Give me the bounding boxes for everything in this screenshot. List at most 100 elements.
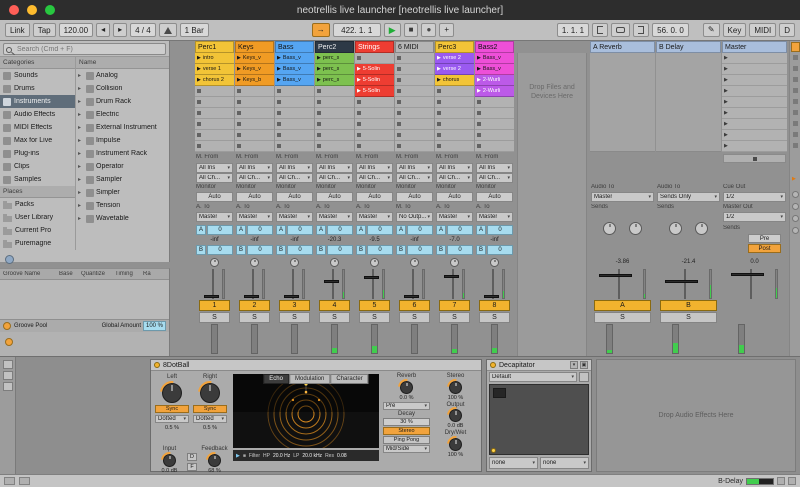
volume-slider[interactable] bbox=[284, 269, 305, 299]
track-activator[interactable]: 7 bbox=[439, 300, 470, 311]
send-b-value[interactable]: 0 bbox=[207, 245, 233, 255]
solo-button[interactable]: S bbox=[439, 312, 470, 323]
clip-slot-empty[interactable] bbox=[195, 141, 234, 152]
clip-slot-empty[interactable] bbox=[235, 86, 274, 97]
volume-value[interactable]: -inf bbox=[475, 235, 514, 245]
midi-map-button[interactable]: MIDI bbox=[749, 23, 776, 37]
plugin-activator-toggle[interactable] bbox=[490, 362, 496, 368]
tap-tempo-button[interactable]: Tap bbox=[33, 23, 56, 37]
send-a-value[interactable]: 0 bbox=[207, 225, 233, 235]
volume-slider[interactable] bbox=[364, 269, 385, 299]
clip-slot[interactable]: ▶Bass_v bbox=[275, 64, 314, 75]
monitor-auto-button[interactable]: Auto bbox=[356, 192, 393, 202]
input-channel-chooser[interactable]: All Ch...▾ bbox=[236, 173, 273, 183]
clip-slot-empty[interactable] bbox=[315, 141, 354, 152]
pan-knob[interactable] bbox=[290, 258, 299, 267]
clip-slot-empty[interactable] bbox=[275, 86, 314, 97]
monitor-auto-button[interactable]: Auto bbox=[476, 192, 513, 202]
send-a-control[interactable]: A0 bbox=[276, 225, 313, 235]
input-channel-chooser[interactable]: All Ch...▾ bbox=[276, 173, 313, 183]
device-view-selector-icon[interactable] bbox=[3, 360, 13, 369]
session-overview-toggle[interactable] bbox=[791, 42, 800, 52]
groove-pool-toggle[interactable] bbox=[5, 338, 13, 346]
monitor-auto-button[interactable]: Auto bbox=[316, 192, 353, 202]
device-item-collision[interactable]: ▸Collision bbox=[76, 82, 169, 95]
output-chooser[interactable]: Master▾ bbox=[591, 192, 654, 202]
scene-slot[interactable]: ▶ bbox=[722, 119, 787, 130]
fader-handle[interactable] bbox=[324, 280, 339, 283]
track-activator[interactable]: 2 bbox=[239, 300, 270, 311]
clip-slot-empty[interactable] bbox=[475, 97, 514, 108]
category-item-drums[interactable]: Drums bbox=[0, 82, 75, 95]
play-button[interactable]: ▶ bbox=[384, 23, 401, 37]
scene-slot[interactable]: ▶ bbox=[722, 53, 787, 64]
solo-button[interactable]: S bbox=[479, 312, 510, 323]
place-item-current-pro[interactable]: Current Pro bbox=[0, 224, 75, 237]
master-out-chooser[interactable]: 1/2▾ bbox=[723, 212, 786, 222]
input-channel-chooser[interactable]: All Ch...▾ bbox=[476, 173, 513, 183]
solo-button[interactable]: S bbox=[594, 312, 651, 323]
clip-slot[interactable]: ▶Keys_v bbox=[235, 64, 274, 75]
clip-slot-empty[interactable] bbox=[275, 108, 314, 119]
fader-handle[interactable] bbox=[204, 295, 219, 298]
output-chooser[interactable]: No Outp...▾ bbox=[396, 212, 433, 222]
device-item-tension[interactable]: ▸Tension bbox=[76, 199, 169, 212]
lp-value[interactable]: 20.0 kHz bbox=[302, 453, 322, 459]
send-a-control[interactable]: A0 bbox=[316, 225, 353, 235]
track-header[interactable]: Perc2 bbox=[315, 41, 354, 53]
clip-slot-empty[interactable] bbox=[195, 97, 234, 108]
send-a-control[interactable]: A0 bbox=[396, 225, 433, 235]
volume-value[interactable]: -7.0 bbox=[435, 235, 474, 245]
input-chooser[interactable]: All Ins▾ bbox=[356, 163, 393, 173]
mixer-show-toggle-mixer[interactable] bbox=[792, 227, 799, 234]
search-input[interactable] bbox=[3, 43, 166, 55]
audio-effect-drop-zone[interactable]: Drop Audio Effects Here bbox=[596, 359, 796, 472]
monitor-auto-button[interactable]: Auto bbox=[196, 192, 233, 202]
device-item-electric[interactable]: ▸Electric bbox=[76, 108, 169, 121]
clip-slot-empty[interactable] bbox=[355, 141, 394, 152]
clip-slot-empty[interactable] bbox=[355, 97, 394, 108]
clip-slot-empty[interactable] bbox=[315, 130, 354, 141]
tab-character[interactable]: Character bbox=[330, 374, 368, 384]
clip-slot-empty[interactable] bbox=[195, 86, 234, 97]
clip-slot-empty[interactable] bbox=[355, 108, 394, 119]
track-header[interactable]: Bass bbox=[275, 41, 314, 53]
clip-slot-empty[interactable] bbox=[195, 130, 234, 141]
clip-slot[interactable]: ▶Bass_v bbox=[275, 75, 314, 86]
send-a-value[interactable]: 0 bbox=[247, 225, 273, 235]
send-b-control[interactable]: B0 bbox=[236, 245, 273, 255]
metronome-button[interactable] bbox=[159, 23, 177, 37]
master-volume-value[interactable]: 0.0 bbox=[722, 257, 787, 267]
category-item-midi-effects[interactable]: MIDI Effects bbox=[0, 121, 75, 134]
input-chooser[interactable]: All Ins▾ bbox=[196, 163, 233, 173]
send-b-value[interactable]: 0 bbox=[407, 245, 433, 255]
send-b-control[interactable]: B0 bbox=[196, 245, 233, 255]
clip-slot[interactable]: ▶chorus bbox=[435, 75, 474, 86]
volume-value[interactable]: -inf bbox=[395, 235, 434, 245]
clip-slot-empty[interactable] bbox=[435, 97, 474, 108]
filter-on-icon[interactable]: ▶ bbox=[236, 453, 240, 459]
category-item-plug-ins[interactable]: Plug-ins bbox=[0, 147, 75, 160]
clip-slot[interactable]: ▶Bass_v bbox=[475, 53, 514, 64]
scene-slot[interactable]: ▶ bbox=[722, 141, 787, 152]
clip-slot-empty[interactable] bbox=[315, 119, 354, 130]
clip-slot-empty[interactable] bbox=[275, 130, 314, 141]
output-chooser[interactable]: Master▾ bbox=[276, 212, 313, 222]
send-b-control[interactable]: B0 bbox=[316, 245, 353, 255]
clip-slot-empty[interactable] bbox=[475, 141, 514, 152]
clip-slot-empty[interactable] bbox=[235, 97, 274, 108]
track-header[interactable]: 6 MIDI bbox=[395, 41, 434, 53]
clip-slot-empty[interactable] bbox=[235, 119, 274, 130]
send-a-value[interactable]: 0 bbox=[447, 225, 473, 235]
category-item-samples[interactable]: Samples bbox=[0, 173, 75, 186]
output-chooser[interactable]: Master▾ bbox=[196, 212, 233, 222]
monitor-auto-button[interactable]: Auto bbox=[236, 192, 273, 202]
return-activator[interactable]: A bbox=[594, 300, 651, 311]
device-drop-zone[interactable]: Drop Files and Devices Here bbox=[517, 53, 587, 356]
hp-value[interactable]: 20.0 Hz bbox=[273, 453, 290, 459]
clip-slot[interactable]: ▶5-Solin bbox=[355, 86, 394, 97]
scene-slot[interactable]: ▶ bbox=[722, 130, 787, 141]
clip-slot-empty[interactable] bbox=[275, 97, 314, 108]
send-b-value[interactable]: 0 bbox=[247, 245, 273, 255]
clip-slot-empty[interactable] bbox=[395, 97, 434, 108]
